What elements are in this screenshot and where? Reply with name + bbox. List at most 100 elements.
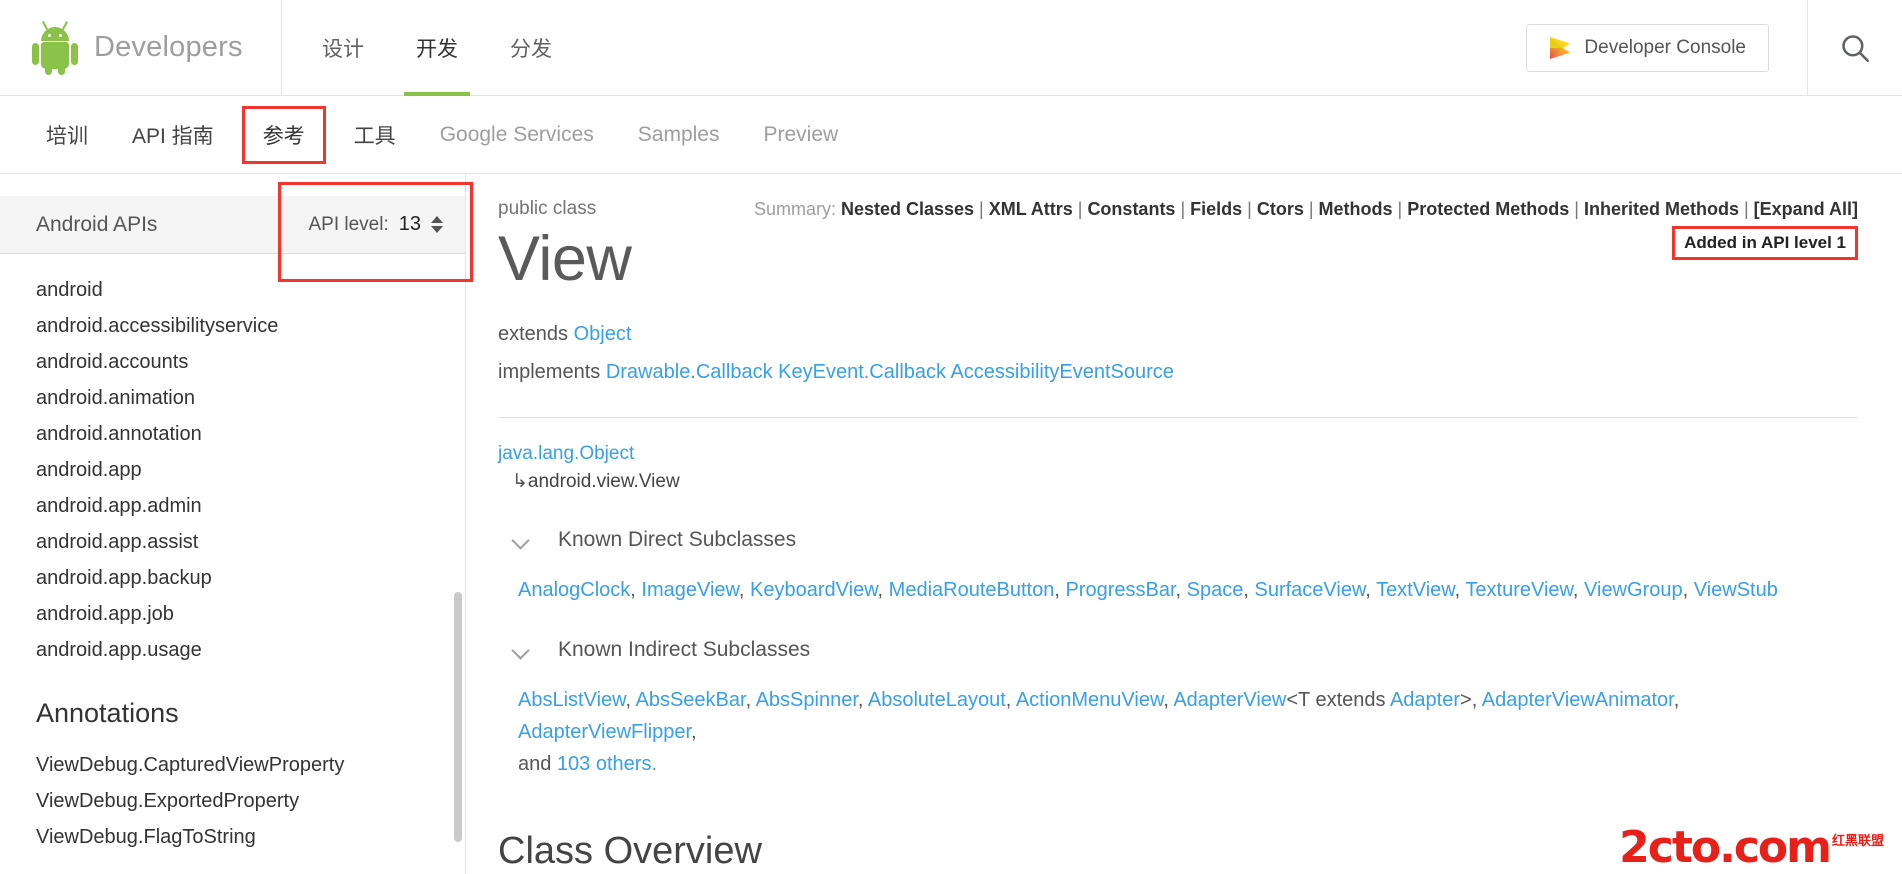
nav-item-design[interactable]: 设计 <box>296 0 390 96</box>
subclass-link[interactable]: ImageView <box>641 579 738 601</box>
list-item[interactable]: android.annotation <box>36 416 465 452</box>
main-documentation: Summary: Nested Classes | XML Attrs | Co… <box>466 174 1902 874</box>
subclass-link[interactable]: ViewStub <box>1694 579 1778 601</box>
summary-label: Summary: <box>753 199 836 219</box>
page-content: Android APIs API level: 13 android andro… <box>0 174 1902 874</box>
tree-arrow-icon: ↳ <box>512 470 528 492</box>
summary-link-expand-all[interactable]: [Expand All] <box>1754 199 1858 219</box>
implements-declaration: implements Drawable.Callback KeyEvent.Ca… <box>498 353 1858 391</box>
subclass-link[interactable]: TextureView <box>1465 579 1572 601</box>
site-header: Developers 设计 开发 分发 Developer Console <box>0 0 1902 96</box>
up-down-spinner-icon[interactable] <box>431 216 443 233</box>
list-item[interactable]: android <box>36 272 465 308</box>
search-icon <box>1842 34 1870 62</box>
subclass-link[interactable]: AbsSeekBar <box>636 689 746 711</box>
annotations-heading: Annotations <box>36 698 179 728</box>
subclass-link[interactable]: AdapterViewAnimator <box>1482 689 1674 711</box>
subnav-item-reference[interactable]: 参考 <box>241 105 326 164</box>
implements-type-link-2[interactable]: KeyEvent.Callback <box>778 361 946 383</box>
tree-child-label: android.view.View <box>527 470 680 492</box>
google-play-triangle-icon <box>1550 36 1571 59</box>
android-robot-icon <box>32 20 78 75</box>
api-sidebar-header: Android APIs API level: 13 <box>0 196 465 254</box>
subnav-item-preview[interactable]: Preview <box>741 123 860 147</box>
subclass-link[interactable]: MediaRouteButton <box>889 579 1055 601</box>
subnav-item-api-guides[interactable]: API 指南 <box>110 120 236 150</box>
list-item[interactable]: ViewDebug.ExportedProperty <box>36 783 465 819</box>
subnav-item-samples[interactable]: Samples <box>616 123 742 147</box>
subclass-link[interactable]: KeyboardView <box>750 579 878 601</box>
subclass-link[interactable]: AdapterView <box>1173 689 1286 711</box>
summary-link-methods[interactable]: Methods <box>1319 199 1393 219</box>
nav-item-develop[interactable]: 开发 <box>390 0 484 96</box>
api-level-value: 13 <box>398 213 421 235</box>
divider <box>498 416 1858 418</box>
summary-link-inherited-methods[interactable]: Inherited Methods <box>1584 199 1739 219</box>
nav-item-distribute[interactable]: 分发 <box>484 0 578 96</box>
tree-root-link[interactable]: java.lang.Object <box>498 443 634 464</box>
chevron-down-icon <box>512 530 532 550</box>
api-level-selector[interactable]: API level: 13 <box>308 213 443 236</box>
subclass-link[interactable]: TextView <box>1376 579 1455 601</box>
page-title: View <box>498 224 632 294</box>
subclass-link[interactable]: AnalogClock <box>518 579 630 601</box>
chevron-down-icon <box>512 640 532 660</box>
subclass-link[interactable]: AbsListView <box>518 689 625 711</box>
list-item[interactable]: android.app.usage <box>36 632 465 668</box>
added-in-api-badge: Added in API level 1 <box>1672 226 1858 260</box>
known-indirect-subclasses-label: Known Indirect Subclasses <box>558 637 811 661</box>
generic-type-link[interactable]: Adapter <box>1390 689 1460 711</box>
indirect-subclasses-list: AbsListView, AbsSeekBar, AbsSpinner, Abs… <box>518 688 1680 775</box>
summary-link-xml-attrs[interactable]: XML Attrs <box>989 199 1073 219</box>
developer-console-button[interactable]: Developer Console <box>1526 23 1769 72</box>
summary-link-ctors[interactable]: Ctors <box>1257 199 1304 219</box>
brand-text: Developers <box>94 31 243 63</box>
known-indirect-subclasses-toggle[interactable]: Known Indirect Subclasses <box>498 638 1858 662</box>
primary-nav: 设计 开发 分发 <box>296 0 578 96</box>
implements-type-link-3[interactable]: AccessibilityEventSource <box>950 361 1173 383</box>
list-item[interactable]: ViewDebug.CapturedViewProperty <box>36 747 465 783</box>
summary-link-fields[interactable]: Fields <box>1190 199 1242 219</box>
generic-prefix: <T extends <box>1286 688 1390 711</box>
subnav-item-training[interactable]: 培训 <box>24 120 110 150</box>
search-button[interactable] <box>1807 0 1902 96</box>
subclass-link[interactable]: ActionMenuView <box>1016 689 1164 711</box>
known-direct-subclasses-label: Known Direct Subclasses <box>558 527 797 551</box>
subclass-link[interactable]: ProgressBar <box>1065 579 1175 601</box>
list-item[interactable]: android.accounts <box>36 344 465 380</box>
api-sidebar: Android APIs API level: 13 android andro… <box>0 174 473 874</box>
summary-link-protected-methods[interactable]: Protected Methods <box>1407 199 1569 219</box>
summary-link-constants[interactable]: Constants <box>1087 199 1175 219</box>
known-direct-subclasses-toggle[interactable]: Known Direct Subclasses <box>498 528 1858 552</box>
list-item[interactable]: android.app.admin <box>36 488 465 524</box>
list-item[interactable]: android.app <box>36 452 465 488</box>
package-list: android android.accessibilityservice and… <box>0 254 465 668</box>
subclass-link[interactable]: SurfaceView <box>1254 579 1365 601</box>
api-level-label: API level: <box>308 213 389 235</box>
subnav-item-google-services[interactable]: Google Services <box>418 123 616 147</box>
class-overview-heading: Class Overview <box>498 829 762 872</box>
subclass-link[interactable]: AbsSpinner <box>756 689 858 711</box>
implements-type-link-1[interactable]: Drawable.Callback <box>606 361 773 383</box>
others-link[interactable]: 103 others. <box>557 753 657 775</box>
extends-label: extends <box>498 322 569 345</box>
subclass-link[interactable]: AdapterViewFlipper <box>518 721 691 743</box>
subclass-link[interactable]: AbsoluteLayout <box>868 689 1006 711</box>
list-item[interactable]: android.accessibilityservice <box>36 308 465 344</box>
list-item[interactable]: android.app.backup <box>36 560 465 596</box>
list-item[interactable]: android.app.job <box>36 596 465 632</box>
sidebar-scrollbar[interactable] <box>454 592 462 842</box>
summary-link-nested-classes[interactable]: Nested Classes <box>841 199 974 219</box>
developer-console-label: Developer Console <box>1584 36 1746 58</box>
secondary-nav: 培训 API 指南 参考 工具 Google Services Samples … <box>0 96 1902 174</box>
subclass-link[interactable]: Space <box>1187 579 1244 601</box>
extends-type-link[interactable]: Object <box>574 323 632 345</box>
list-item[interactable]: android.app.assist <box>36 524 465 560</box>
extends-declaration: extends Object <box>498 315 1858 353</box>
subnav-item-tools[interactable]: 工具 <box>332 120 418 150</box>
brand-logo-area[interactable]: Developers <box>0 0 282 96</box>
api-sidebar-title: Android APIs <box>36 212 158 236</box>
list-item[interactable]: ViewDebug.FlagToString <box>36 819 465 855</box>
list-item[interactable]: android.animation <box>36 380 465 416</box>
subclass-link[interactable]: ViewGroup <box>1584 579 1683 601</box>
